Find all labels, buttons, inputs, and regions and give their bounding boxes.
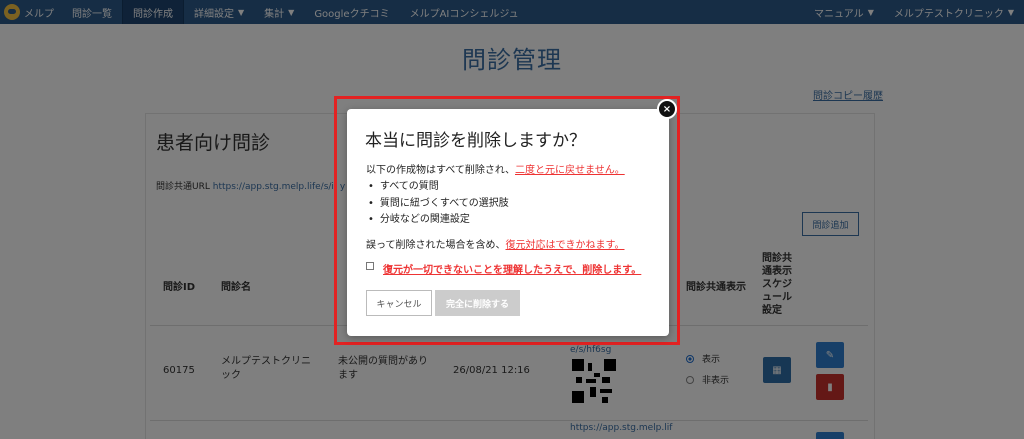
- confirm-checkbox[interactable]: [366, 262, 374, 270]
- bullet-item: すべての質問: [368, 177, 439, 192]
- modal-note: 誤って削除された場合を含め、復元対応はできかねます。: [366, 240, 625, 251]
- permanent-delete-button[interactable]: 完全に削除する: [435, 290, 520, 316]
- modal-title: 本当に問診を削除しますか？: [365, 131, 586, 151]
- close-icon[interactable]: ×: [657, 99, 677, 119]
- confirm-checkbox-label[interactable]: 復元が一切できないことを理解したうえで、削除します。: [383, 261, 641, 276]
- modal-intro: 以下の作成物はすべて削除され、二度と元に戻せません。: [366, 165, 625, 176]
- note-warning: 復元対応はできかねます。: [505, 240, 625, 251]
- cancel-button[interactable]: キャンセル: [366, 290, 432, 316]
- bullet-item: 質問に紐づくすべての選択肢: [368, 194, 509, 209]
- bullet-item: 分岐などの関連設定: [368, 210, 470, 225]
- intro-warning: 二度と元に戻せません。: [515, 165, 625, 176]
